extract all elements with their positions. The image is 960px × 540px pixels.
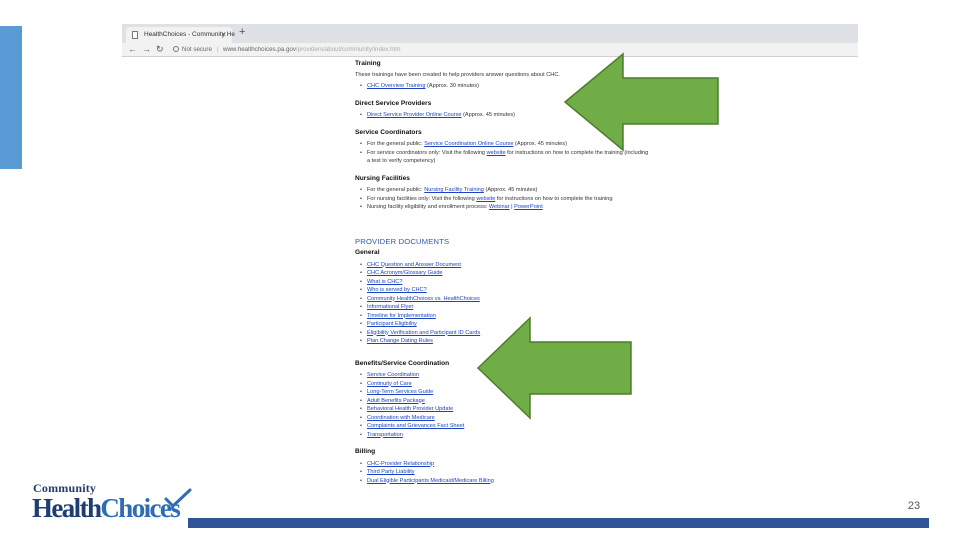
browser-toolbar: ← → ↻ Not secure | www.healthchoices.pa.… [122,43,858,57]
list-item: CHC-Provider Relationship [360,460,855,469]
document-link[interactable]: Long-Term Services Guide [367,389,433,395]
document-link[interactable]: Who is served by CHC? [367,287,427,293]
item-note: (Approx. 30 minutes) [425,83,479,89]
list-item: Dual Eligible Participants Medicaid/Medi… [360,477,855,486]
list-item: For the general public: Nursing Facility… [360,186,855,195]
nursing-heading: Nursing Facilities [355,174,410,182]
item-prefix: For nursing facilities only: Visit the f… [367,195,477,202]
item-prefix: For the general public: [367,187,425,193]
document-link[interactable]: Eligibility Verification and Participant… [367,330,480,336]
document-link[interactable]: CHC Acronym/Glossary Guide [367,270,443,276]
document-link[interactable]: Timeline for Implementation [367,313,436,319]
url-path: /providers/about/community/index.htm [295,46,401,53]
nf-training-link[interactable]: Nursing Facility Training [424,187,484,193]
list-item: Transportation [360,431,855,440]
item-prefix: For the general public: [367,141,425,147]
logo-health-word: Health [32,493,102,523]
nursing-list: For the general public: Nursing Facility… [355,186,855,212]
list-item: Who is served by CHC? [360,286,855,295]
slide-number: 23 [907,500,921,512]
webinar-link[interactable]: Webinar [489,204,510,210]
list-item: CHC Acronym/Glossary Guide [360,269,855,278]
document-link[interactable]: Plan Change Dating Rules [367,338,433,344]
nf-website-link[interactable]: website [476,196,495,202]
document-link[interactable]: CHC-Provider Relationship [367,461,434,467]
list-item: Nursing facility eligibility and enrollm… [360,203,855,212]
item-prefix: For service coordinators only: Visit the… [367,149,487,156]
forward-arrow-icon[interactable]: → [142,44,151,55]
item-note: (Approx. 45 minutes) [483,187,538,193]
bottom-accent-bar [188,518,929,528]
provider-documents-heading: PROVIDER DOCUMENTS [355,236,450,246]
list-item: Complaints and Grievances Fact Sheet [360,422,855,431]
community-healthchoices-logo: Community HealthChoices [32,481,192,527]
list-item: Informational Flyer [360,303,855,312]
back-arrow-icon[interactable]: ← [128,44,137,55]
plus-icon[interactable]: + [239,26,245,38]
logo-healthchoices-text: HealthChoices [32,493,181,523]
list-item: Community HealthChoices vs. HealthChoice… [360,295,855,304]
document-link[interactable]: Informational Flyer [367,304,413,310]
checkmark-icon [164,488,192,508]
address-bar[interactable]: Not secure | www.healthchoices.pa.gov/pr… [170,44,858,55]
billing-heading: Billing [355,448,376,455]
close-icon[interactable]: × [221,30,226,39]
item-note: (Approx. 45 minutes) [461,112,515,118]
sc-course-link[interactable]: Service Coordination Online Course [424,141,513,147]
green-arrow-bottom [476,316,632,420]
document-link[interactable]: CHC Question and Answer Document [367,262,461,268]
item-note: (Approx. 45 minutes) [513,141,567,147]
item-prefix: Nursing facility eligibility and enrollm… [367,204,489,210]
sc-website-link[interactable]: website [487,150,506,156]
list-item: What is CHC? [360,278,855,287]
general-heading: General [355,249,380,256]
green-arrow-top [563,52,719,152]
page-icon [132,31,138,39]
list-item: Third Party Liability [360,468,855,477]
list-item: For nursing facilities only: Visit the f… [360,195,855,204]
info-icon [173,46,179,52]
item-note: for instructions on how to complete the … [495,195,613,202]
address-separator: | [216,46,219,53]
reload-icon[interactable]: ↻ [156,44,164,55]
document-link[interactable]: Third Party Liability [367,469,415,475]
not-secure-label: Not secure [182,46,212,53]
document-link[interactable]: Community HealthChoices vs. HealthChoice… [367,296,480,302]
document-link[interactable]: Complaints and Grievances Fact Sheet [367,423,464,429]
document-link[interactable]: What is CHC? [367,279,402,285]
tab-strip: HealthChoices - Community He × + [122,24,858,43]
document-link[interactable]: Coordination with Medicare [367,415,435,421]
powerpoint-link[interactable]: PowerPoint [514,204,543,210]
document-link[interactable]: Continuity of Care [367,381,412,387]
dsp-course-link[interactable]: Direct Service Provider Online Course [367,112,462,118]
browser-window: HealthChoices - Community He × + ← → ↻ N… [122,24,858,490]
document-link[interactable]: Participant Eligibility [367,321,417,327]
training-link[interactable]: CHC Overview Training [367,83,425,89]
document-link[interactable]: Dual Eligible Participants Medicaid/Medi… [367,478,494,484]
url-host: www.healthchoices.pa.gov [223,46,296,53]
document-link[interactable]: Service Coordination [367,372,419,378]
list-item: CHC Question and Answer Document [360,261,855,270]
document-link[interactable]: Transportation [367,432,403,438]
document-link[interactable]: Adult Benefits Package [367,398,425,404]
document-link[interactable]: Behavioral Health Provider Update [367,406,453,412]
left-accent-bar [0,26,22,169]
billing-list: CHC-Provider Relationship Third Party Lia… [355,460,855,486]
browser-tab[interactable]: HealthChoices - Community He × [126,27,235,43]
